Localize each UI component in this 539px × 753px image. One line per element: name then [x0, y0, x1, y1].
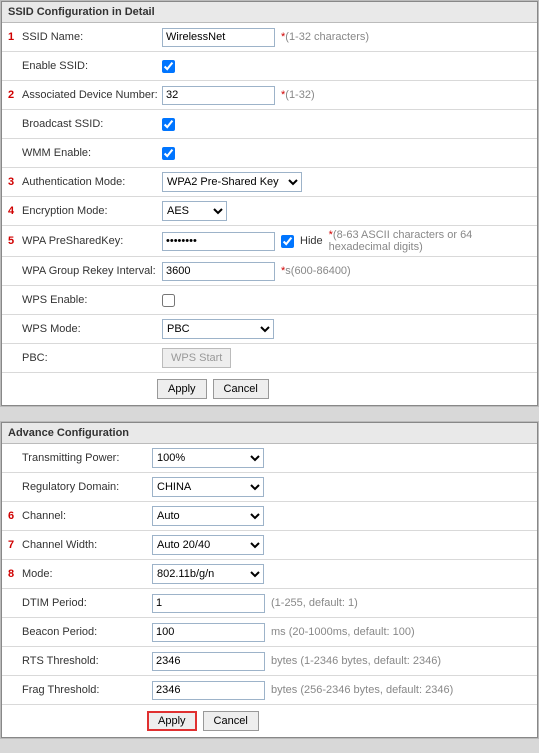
mode-label: Mode: — [22, 568, 152, 580]
assoc-dev-hint: (1-32) — [285, 89, 314, 101]
rekey-label: WPA Group Rekey Interval: — [22, 265, 162, 277]
psk-hide-label: Hide — [300, 235, 323, 247]
step-7: 7 — [8, 539, 20, 551]
apply-button-highlighted[interactable]: Apply — [147, 711, 197, 731]
cancel-button[interactable]: Cancel — [213, 379, 269, 399]
wps-start-button: WPS Start — [162, 348, 231, 368]
channel-label: Channel: — [22, 510, 152, 522]
wps-mode-select[interactable]: PBC — [162, 319, 274, 339]
psk-label: WPA PreSharedKey: — [22, 235, 162, 247]
broadcast-label: Broadcast SSID: — [22, 118, 162, 130]
broadcast-checkbox[interactable] — [162, 118, 175, 131]
cancel-button[interactable]: Cancel — [203, 711, 259, 731]
ssid-name-label: SSID Name: — [22, 31, 162, 43]
psk-input[interactable] — [162, 232, 275, 251]
rekey-hint: s(600-86400) — [285, 265, 350, 277]
wps-enable-label: WPS Enable: — [22, 294, 162, 306]
advance-config-panel: Advance Configuration Transmitting Power… — [1, 422, 538, 738]
advance-panel-title: Advance Configuration — [2, 423, 537, 444]
step-4: 4 — [8, 205, 20, 217]
ssid-name-hint: (1-32 characters) — [285, 31, 369, 43]
power-label: Transmitting Power: — [22, 452, 152, 464]
step-6: 6 — [8, 510, 20, 522]
rts-hint: bytes (1-2346 bytes, default: 2346) — [271, 655, 441, 667]
apply-button[interactable]: Apply — [157, 379, 207, 399]
ssid-panel-title: SSID Configuration in Detail — [2, 2, 537, 23]
step-3: 3 — [8, 176, 20, 188]
beacon-label: Beacon Period: — [22, 626, 152, 638]
channel-select[interactable]: Auto — [152, 506, 264, 526]
rekey-input[interactable] — [162, 262, 275, 281]
enable-ssid-checkbox[interactable] — [162, 60, 175, 73]
step-5: 5 — [8, 235, 20, 247]
assoc-dev-input[interactable] — [162, 86, 275, 105]
dtim-label: DTIM Period: — [22, 597, 152, 609]
reg-select[interactable]: CHINA — [152, 477, 264, 497]
pbc-label: PBC: — [22, 352, 162, 364]
psk-hint: (8-63 ASCII characters or 64 hexadecimal… — [329, 229, 473, 253]
rts-input[interactable] — [152, 652, 265, 671]
wmm-checkbox[interactable] — [162, 147, 175, 160]
wmm-label: WMM Enable: — [22, 147, 162, 159]
dtim-hint: (1-255, default: 1) — [271, 597, 358, 609]
enc-select[interactable]: AES — [162, 201, 227, 221]
step-1: 1 — [8, 31, 20, 43]
step-8: 8 — [8, 568, 20, 580]
frag-label: Frag Threshold: — [22, 684, 152, 696]
power-select[interactable]: 100% — [152, 448, 264, 468]
rts-label: RTS Threshold: — [22, 655, 152, 667]
dtim-input[interactable] — [152, 594, 265, 613]
auth-select[interactable]: WPA2 Pre-Shared Key — [162, 172, 302, 192]
step-2: 2 — [8, 89, 20, 101]
reg-label: Regulatory Domain: — [22, 481, 152, 493]
enc-label: Encryption Mode: — [22, 205, 162, 217]
enable-ssid-label: Enable SSID: — [22, 60, 162, 72]
frag-input[interactable] — [152, 681, 265, 700]
auth-label: Authentication Mode: — [22, 176, 162, 188]
ssid-name-input[interactable] — [162, 28, 275, 47]
chwidth-select[interactable]: Auto 20/40 — [152, 535, 264, 555]
chwidth-label: Channel Width: — [22, 539, 152, 551]
psk-hide-checkbox[interactable] — [281, 235, 294, 248]
wps-mode-label: WPS Mode: — [22, 323, 162, 335]
wps-enable-checkbox[interactable] — [162, 294, 175, 307]
assoc-dev-label: Associated Device Number: — [22, 89, 162, 101]
frag-hint: bytes (256-2346 bytes, default: 2346) — [271, 684, 453, 696]
mode-select[interactable]: 802.11b/g/n — [152, 564, 264, 584]
beacon-hint: ms (20-1000ms, default: 100) — [271, 626, 415, 638]
beacon-input[interactable] — [152, 623, 265, 642]
ssid-config-panel: SSID Configuration in Detail 1 SSID Name… — [1, 1, 538, 406]
